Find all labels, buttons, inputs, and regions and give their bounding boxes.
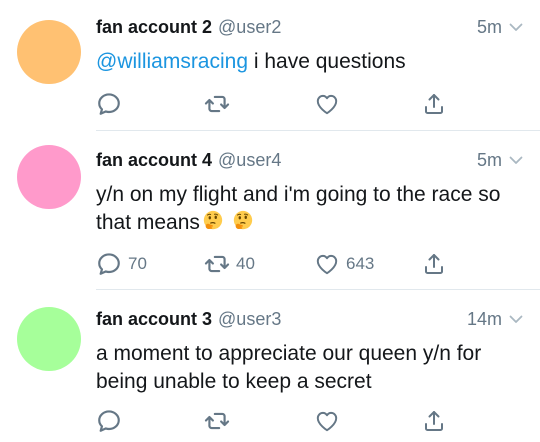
avatar[interactable] [17,145,81,209]
tweet-text: y/n on my flight and i'm going to the ra… [96,181,522,237]
username[interactable]: @user2 [218,17,281,38]
tweet-actions: 70 40 643 [96,250,496,278]
heart-icon [314,91,340,117]
retweet-icon [204,251,230,277]
tweet-header: fan account 3 @user3 14m [96,306,524,332]
tweet-header: fan account 4 @user4 5m [96,147,524,173]
tweet-2[interactable]: fan account 4 @user4 5m y/n on my flight… [0,131,540,290]
share-icon [422,252,446,276]
heart-icon [314,251,340,277]
tweet-actions [96,407,496,435]
username[interactable]: @user4 [218,150,281,171]
like-button[interactable]: 643 [314,250,374,278]
chevron-down-icon[interactable] [508,152,524,168]
tweet-3[interactable]: fan account 3 @user3 14m a moment to app… [0,290,540,442]
reply-icon [96,251,122,277]
tweet-text-content: i have questions [248,50,406,73]
reply-button[interactable]: 70 [96,250,147,278]
reply-icon [96,91,122,117]
share-button[interactable] [422,407,446,435]
retweet-icon [204,91,230,117]
chevron-down-icon[interactable] [508,311,524,327]
reply-button[interactable] [96,90,128,118]
retweet-icon [204,408,230,434]
reply-icon [96,408,122,434]
timestamp[interactable]: 14m [467,309,502,330]
share-button[interactable] [422,250,446,278]
display-name[interactable]: fan account 2 [96,17,212,38]
tweet-header: fan account 2 @user2 5m [96,14,524,40]
avatar[interactable] [17,20,81,84]
retweet-count: 40 [236,254,255,273]
thinking-face-icon [232,210,254,232]
like-button[interactable] [314,407,346,435]
retweet-button[interactable] [204,407,236,435]
timestamp[interactable]: 5m [477,150,502,171]
retweet-button[interactable]: 40 [204,250,255,278]
username[interactable]: @user3 [218,309,281,330]
share-icon [422,92,446,116]
tweet-text-content: a moment to appreciate our queen y/n for… [96,342,482,393]
reply-count: 70 [128,254,147,273]
avatar[interactable] [17,307,81,371]
tweet-1[interactable]: fan account 2 @user2 5m @williamsracing … [0,0,540,131]
retweet-button[interactable] [204,90,236,118]
display-name[interactable]: fan account 4 [96,150,212,171]
mention-link[interactable]: @williamsracing [96,50,248,73]
share-icon [422,409,446,433]
like-button[interactable] [314,90,346,118]
tweet-text: @williamsracing i have questions [96,48,522,76]
tweet-actions [96,90,496,118]
chevron-down-icon[interactable] [508,19,524,35]
thinking-face-icon [202,210,224,232]
share-button[interactable] [422,90,446,118]
tweet-text-content: y/n on my flight and i'm going to the ra… [96,183,501,234]
reply-button[interactable] [96,407,128,435]
display-name[interactable]: fan account 3 [96,309,212,330]
timestamp[interactable]: 5m [477,17,502,38]
heart-icon [314,408,340,434]
like-count: 643 [346,254,375,273]
tweet-text: a moment to appreciate our queen y/n for… [96,340,522,396]
